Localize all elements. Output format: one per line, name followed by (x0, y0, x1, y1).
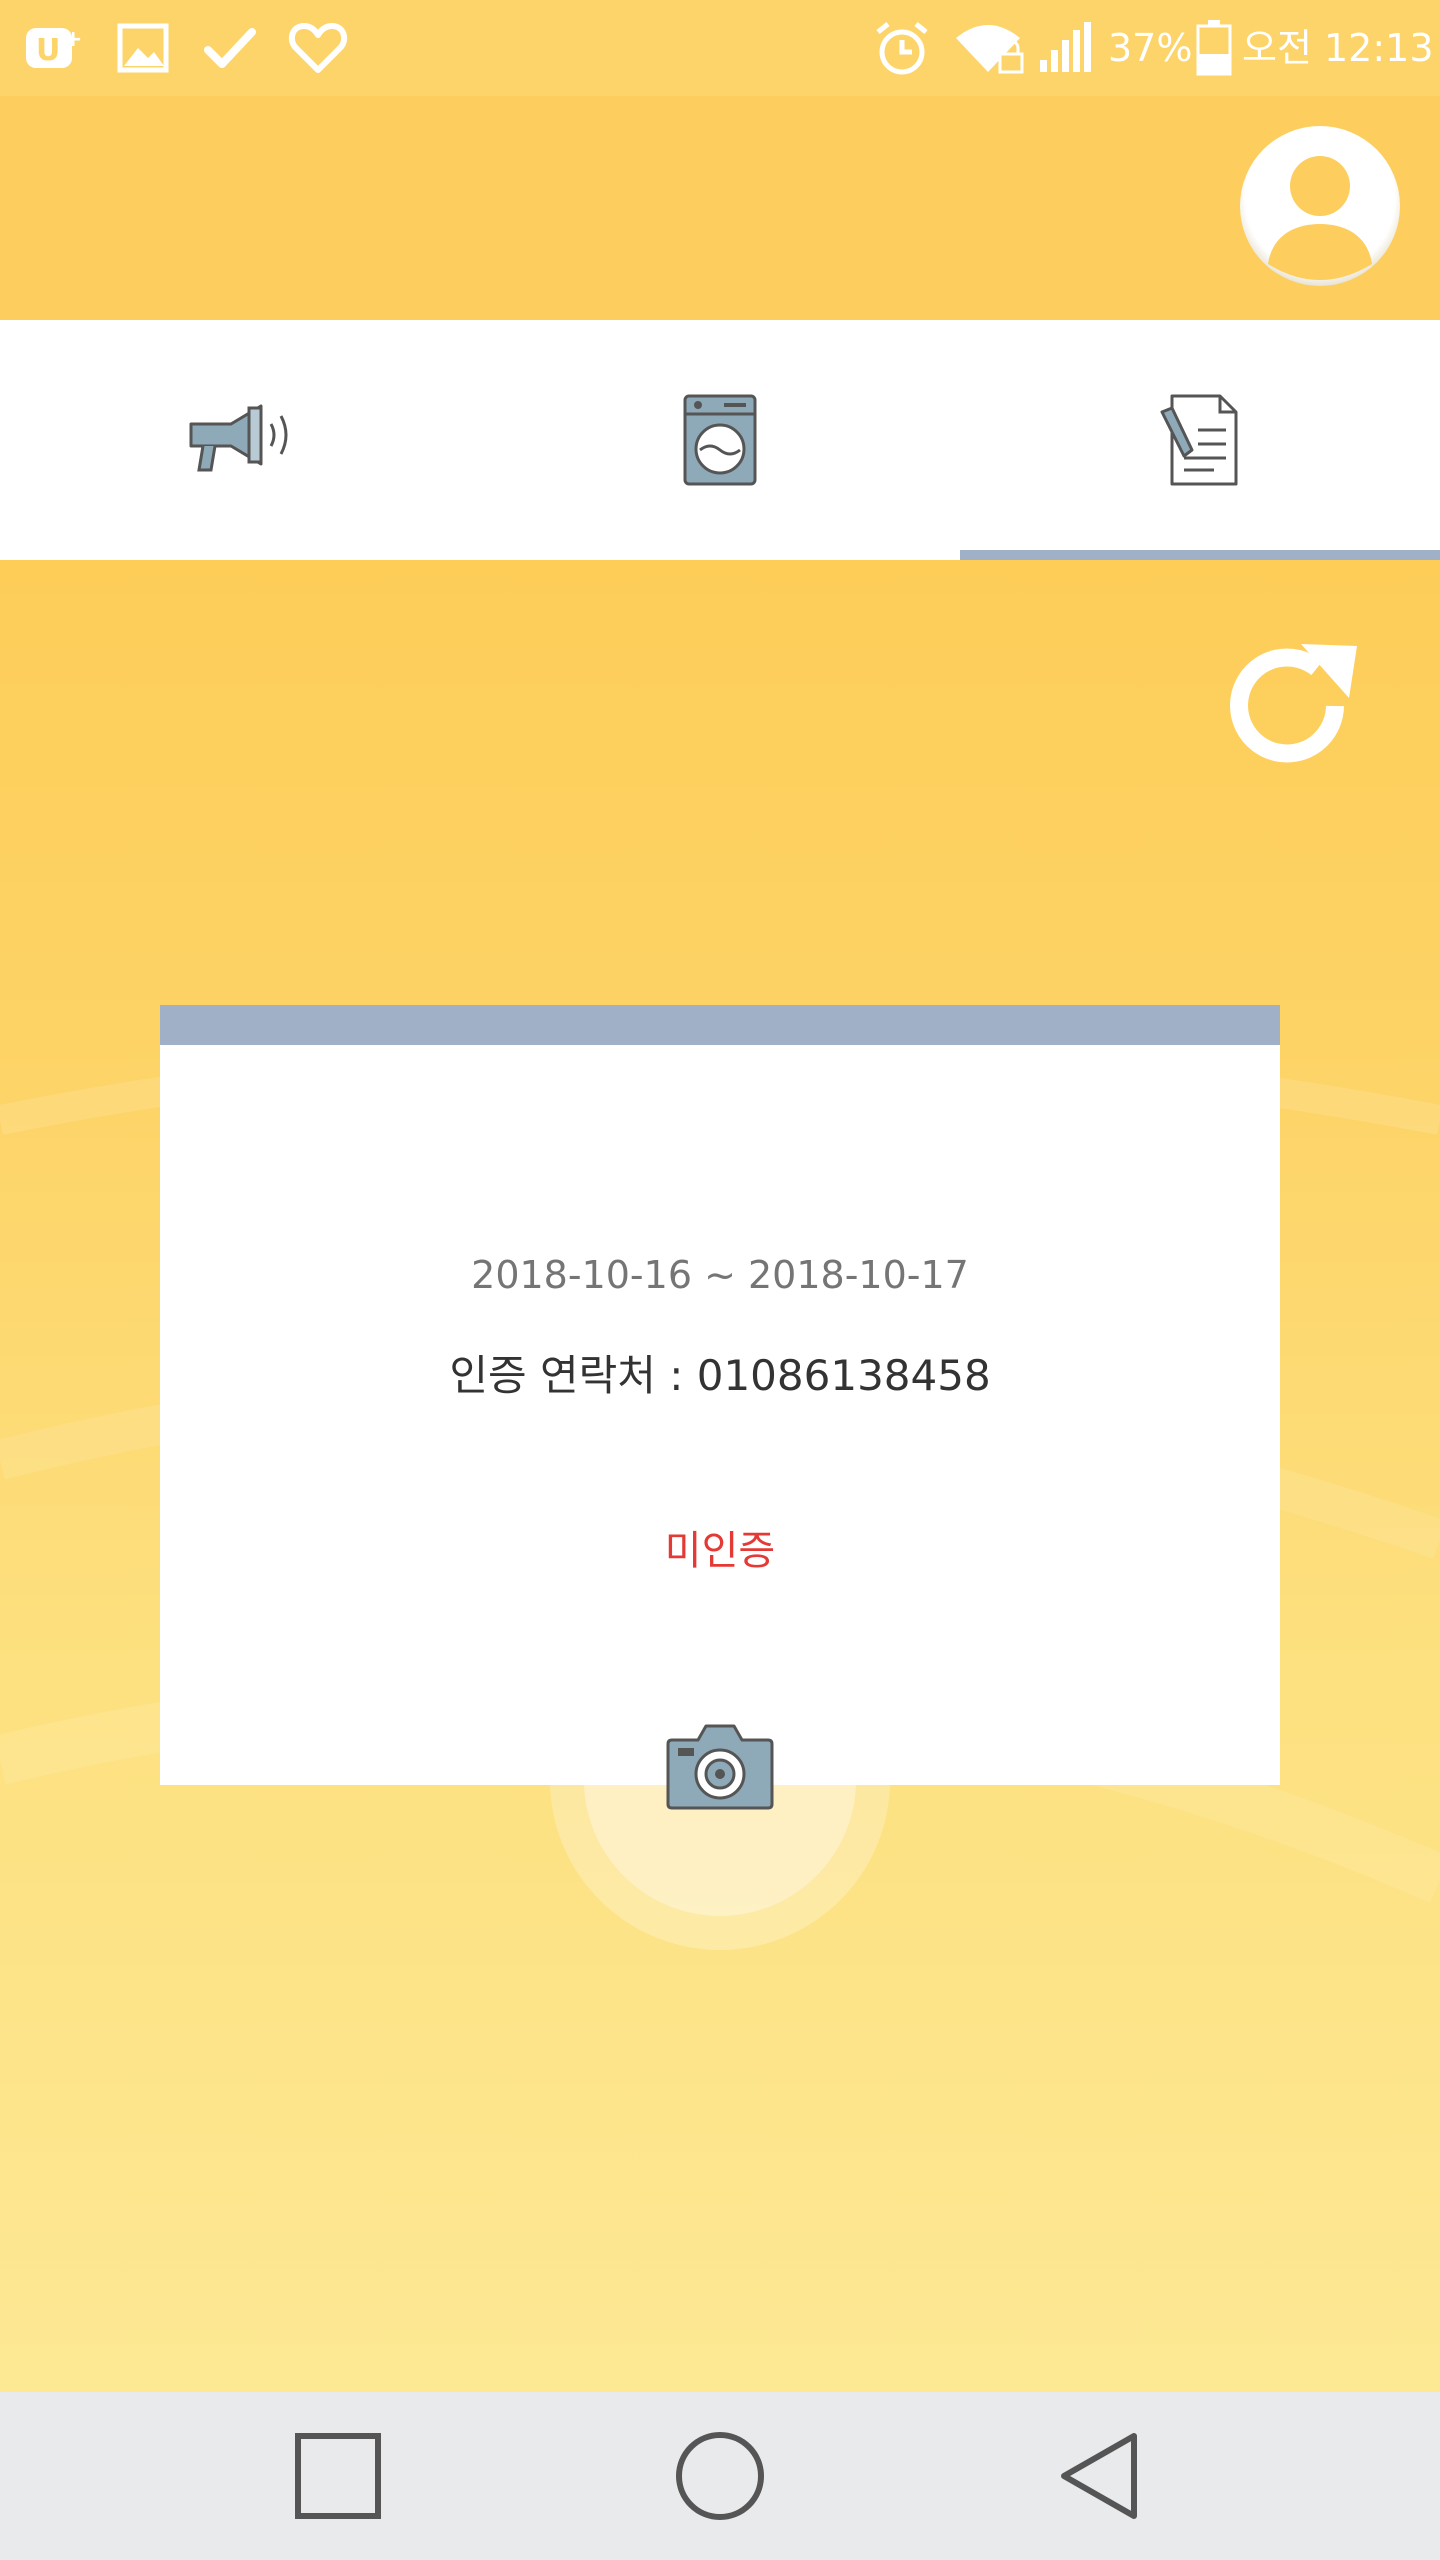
svg-text:U: U (36, 33, 60, 68)
back-triangle-icon (1061, 2433, 1137, 2519)
recents-button[interactable] (258, 2392, 418, 2560)
profile-avatar-icon[interactable] (1238, 124, 1402, 288)
back-button[interactable] (1022, 2392, 1182, 2560)
tab-document[interactable] (960, 320, 1440, 560)
battery-percent: 37% (1108, 26, 1193, 70)
tab-notice[interactable] (0, 320, 480, 560)
washing-machine-icon (683, 394, 757, 486)
signal-icon (1040, 22, 1091, 72)
check-icon (204, 28, 256, 68)
camera-button[interactable] (664, 1718, 776, 1814)
wifi-lock-icon (956, 25, 1024, 74)
refresh-button[interactable] (1225, 638, 1365, 774)
home-button[interactable] (640, 2392, 800, 2560)
selected-tab-indicator (960, 550, 1440, 560)
heart-icon (288, 23, 348, 73)
contact-label: 인증 연락처 : (449, 1351, 684, 1400)
tab-laundry[interactable] (480, 320, 960, 560)
svg-text:+: + (64, 27, 82, 52)
verification-contact: 인증 연락처 : 01086138458 (160, 1348, 1280, 1404)
app-header (0, 96, 1440, 320)
recents-square-icon (295, 2433, 381, 2519)
alarm-icon (876, 22, 928, 75)
status-bar: U + 37% 오전 12:13 (0, 0, 1440, 96)
tab-bar (0, 320, 1440, 560)
clock: 오전 12:13 (1242, 26, 1434, 70)
card-header-bar (160, 1005, 1280, 1045)
home-circle-icon (676, 2432, 764, 2520)
uplus-icon: U + (26, 27, 82, 68)
document-icon (1160, 394, 1238, 486)
contact-value: 01086138458 (696, 1351, 991, 1400)
gallery-icon (117, 23, 169, 73)
battery-icon (1196, 20, 1232, 76)
megaphone-icon (189, 404, 288, 472)
date-range: 2018-10-16 ~ 2018-10-17 (471, 1253, 969, 1297)
verification-status: 미인증 (664, 1528, 776, 1574)
